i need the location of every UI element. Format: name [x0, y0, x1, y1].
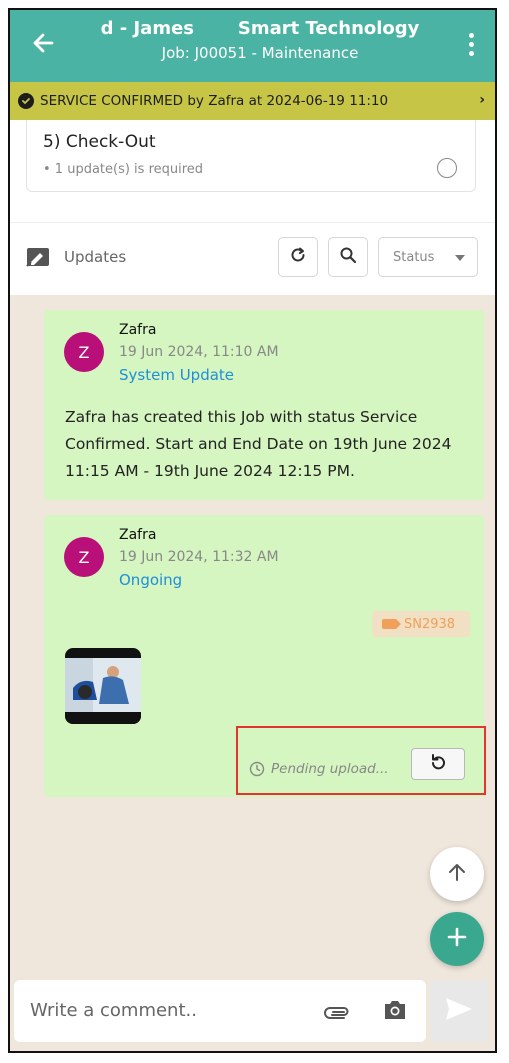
caret-down-icon	[455, 255, 465, 261]
job-steps-section: 5) Check-Out • 1 update(s) is required U…	[10, 120, 495, 295]
updates-icon	[26, 247, 50, 269]
more-vert-icon[interactable]	[459, 30, 483, 60]
plus-icon	[446, 926, 468, 952]
banner-text: SERVICE CONFIRMED by Zafra at 2024-06-19…	[40, 93, 389, 109]
add-update-button[interactable]	[430, 912, 484, 966]
arrow-up-icon	[446, 861, 468, 887]
send-icon	[444, 996, 474, 1026]
attachment-thumbnail[interactable]	[65, 648, 141, 724]
updates-label: Updates	[64, 248, 127, 266]
tag-icon	[382, 619, 401, 629]
app-screen: d - James Smart Technology Job: J00051 -…	[8, 8, 497, 1053]
camera-icon[interactable]	[382, 998, 408, 1022]
update-datetime: 19 Jun 2024, 11:10 AM	[119, 344, 279, 360]
attach-icon[interactable]	[324, 1002, 350, 1022]
back-arrow-icon[interactable]	[28, 28, 58, 58]
serial-tag[interactable]: SN2938	[372, 611, 470, 637]
scroll-top-button[interactable]	[430, 847, 484, 901]
chevron-right-icon: ›	[479, 92, 485, 108]
comment-input[interactable]: Write a comment..	[30, 1000, 197, 1021]
update-author: Zafra	[119, 527, 157, 543]
search-button[interactable]	[328, 237, 368, 277]
refresh-icon	[289, 246, 307, 268]
comment-composer: Write a comment..	[14, 980, 426, 1042]
app-header: d - James Smart Technology Job: J00051 -…	[10, 10, 495, 82]
status-filter-placeholder: Status	[393, 249, 435, 265]
update-type: Ongoing	[119, 571, 183, 589]
update-author: Zafra	[119, 322, 157, 338]
highlight-box	[236, 726, 486, 795]
update-body: Zafra has created this Job with status S…	[65, 408, 452, 480]
check-circle-icon	[18, 93, 34, 109]
radio-circle-icon[interactable]	[437, 158, 457, 178]
status-filter-select[interactable]: Status	[378, 237, 478, 277]
status-banner[interactable]: SERVICE CONFIRMED by Zafra at 2024-06-19…	[10, 82, 495, 120]
update-type: System Update	[119, 366, 235, 384]
divider	[10, 222, 495, 223]
job-title: d - James Smart Technology	[100, 18, 420, 39]
checkout-step-card[interactable]: 5) Check-Out • 1 update(s) is required	[26, 120, 476, 192]
serial-tag-label: SN2938	[404, 616, 456, 632]
avatar: Z	[64, 332, 104, 372]
job-subtitle: Job: J00051 - Maintenance	[161, 44, 359, 62]
refresh-button[interactable]	[278, 237, 318, 277]
avatar: Z	[64, 537, 104, 577]
checkout-title: 5) Check-Out	[43, 132, 156, 152]
send-button[interactable]	[430, 980, 488, 1042]
search-icon	[339, 246, 357, 268]
checkout-requirement: • 1 update(s) is required	[43, 162, 204, 177]
update-datetime: 19 Jun 2024, 11:32 AM	[119, 549, 279, 565]
update-card-system: Z Zafra 19 Jun 2024, 11:10 AM System Upd…	[44, 310, 484, 500]
